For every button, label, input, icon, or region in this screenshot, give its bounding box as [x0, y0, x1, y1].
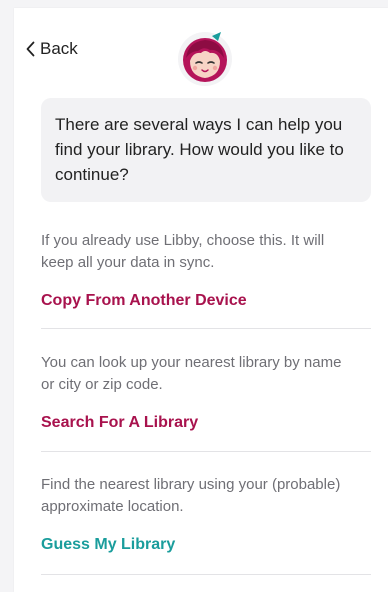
assistant-message-bubble: There are several ways I can help you fi… [41, 98, 371, 202]
guess-my-library-button[interactable]: Guess My Library [41, 536, 175, 554]
back-button[interactable]: Back [26, 38, 78, 60]
option-search-library: You can look up your nearest library by … [41, 352, 371, 432]
back-label: Back [40, 39, 78, 58]
divider [41, 451, 371, 452]
option-guess-library: Find the nearest library using your (pro… [41, 474, 371, 554]
assistant-message-text: There are several ways I can help you fi… [55, 115, 344, 184]
divider [41, 328, 371, 329]
setup-panel: Back There are several ways I can help y… [14, 8, 388, 592]
libby-mascot-icon [178, 32, 232, 86]
option-description: Find the nearest library using your (pro… [41, 476, 341, 515]
chevron-left-icon [26, 41, 35, 57]
option-description: You can look up your nearest library by … [41, 354, 342, 393]
option-description: If you already use Libby, choose this. I… [41, 232, 325, 271]
copy-from-another-device-button[interactable]: Copy From Another Device [41, 292, 247, 310]
divider [41, 574, 371, 575]
search-for-a-library-button[interactable]: Search For A Library [41, 414, 198, 432]
option-copy-device: If you already use Libby, choose this. I… [41, 230, 371, 310]
